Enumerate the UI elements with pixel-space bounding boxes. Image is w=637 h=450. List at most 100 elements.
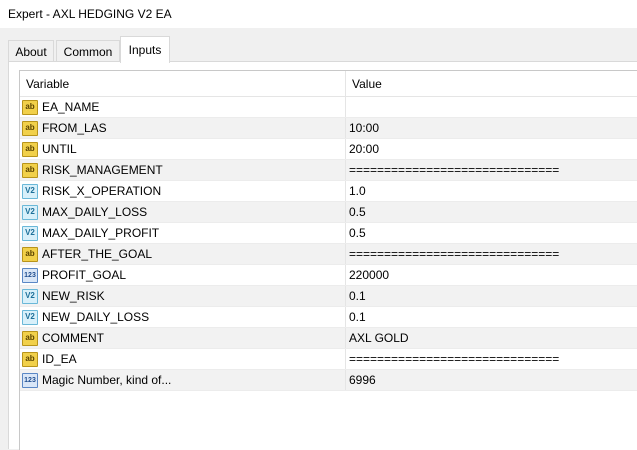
value-text: ============================== — [349, 163, 560, 177]
column-header-value-label: Value — [352, 77, 382, 91]
column-header-value[interactable]: Value — [346, 71, 637, 97]
inputs-panel: Variable Value ab EA_NAME ab FROM_LAS 10:00 a… — [8, 61, 637, 450]
table-body: ab EA_NAME ab FROM_LAS 10:00 ab UNTIL 20:00 ab RI… — [20, 97, 637, 391]
variable-name: AFTER_THE_GOAL — [42, 247, 153, 261]
variable-name: RISK_X_OPERATION — [42, 184, 162, 198]
tab-inputs-label: Inputs — [128, 43, 162, 57]
variable-name: NEW_RISK — [42, 289, 105, 303]
table-row[interactable]: ab ID_EA ============================== — [20, 349, 637, 370]
value-cell[interactable] — [346, 97, 637, 117]
integer-type-icon: 123 — [22, 267, 38, 283]
tab-inputs[interactable]: Inputs — [120, 36, 170, 63]
table-row[interactable]: ab RISK_MANAGEMENT =======================… — [20, 160, 637, 181]
table-row[interactable]: V2 NEW_DAILY_LOSS 0.1 — [20, 307, 637, 328]
variable-cell: ab AFTER_THE_GOAL — [20, 244, 346, 264]
variable-name: RISK_MANAGEMENT — [42, 163, 163, 177]
value-text: 6996 — [349, 373, 376, 387]
variable-cell: V2 NEW_DAILY_LOSS — [20, 307, 346, 327]
variable-name: NEW_DAILY_LOSS — [42, 310, 150, 324]
value-cell[interactable]: 0.1 — [346, 307, 637, 327]
column-header-variable-label: Variable — [26, 77, 70, 91]
string-type-icon: ab — [22, 162, 38, 178]
variable-cell: V2 NEW_RISK — [20, 286, 346, 306]
table-row[interactable]: ab AFTER_THE_GOAL ========================… — [20, 244, 637, 265]
tab-common[interactable]: Common — [56, 40, 120, 62]
inputs-table: Variable Value ab EA_NAME ab FROM_LAS 10:00 a… — [19, 70, 637, 450]
variable-cell: V2 MAX_DAILY_LOSS — [20, 202, 346, 222]
double-type-icon: V2 — [22, 183, 38, 199]
variable-cell: ab RISK_MANAGEMENT — [20, 160, 346, 180]
double-type-icon: V2 — [22, 309, 38, 325]
variable-cell: ab ID_EA — [20, 349, 346, 369]
value-cell[interactable]: AXL GOLD — [346, 328, 637, 348]
value-text: 1.0 — [349, 184, 366, 198]
double-type-icon: V2 — [22, 225, 38, 241]
variable-name: PROFIT_GOAL — [42, 268, 127, 282]
column-header-variable[interactable]: Variable — [20, 71, 346, 97]
value-cell[interactable]: 0.1 — [346, 286, 637, 306]
string-type-icon: ab — [22, 351, 38, 367]
table-row[interactable]: ab UNTIL 20:00 — [20, 139, 637, 160]
tab-about-label: About — [15, 44, 47, 59]
integer-type-icon: 123 — [22, 372, 38, 388]
value-text: 0.1 — [349, 289, 366, 303]
table-row[interactable]: ab FROM_LAS 10:00 — [20, 118, 637, 139]
variable-name: Magic Number, kind of... — [42, 373, 172, 387]
value-cell[interactable]: 220000 — [346, 265, 637, 285]
double-type-icon: V2 — [22, 288, 38, 304]
table-row[interactable]: 123 Magic Number, kind of... 6996 — [20, 370, 637, 391]
value-cell[interactable]: ============================== — [346, 244, 637, 264]
value-text: 220000 — [349, 268, 390, 282]
variable-name: EA_NAME — [42, 100, 100, 114]
value-cell[interactable]: 0.5 — [346, 202, 637, 222]
string-type-icon: ab — [22, 246, 38, 262]
tab-strip: About Common Inputs — [0, 36, 637, 63]
table-row[interactable]: ab COMMENT AXL GOLD — [20, 328, 637, 349]
value-text: ============================== — [349, 352, 560, 366]
table-row[interactable]: V2 RISK_X_OPERATION 1.0 — [20, 181, 637, 202]
variable-name: MAX_DAILY_PROFIT — [42, 226, 160, 240]
value-text: 0.5 — [349, 205, 366, 219]
value-cell[interactable]: 6996 — [346, 370, 637, 390]
variable-cell: ab UNTIL — [20, 139, 346, 159]
string-type-icon: ab — [22, 330, 38, 346]
value-text: 0.1 — [349, 310, 366, 324]
variable-name: ID_EA — [42, 352, 77, 366]
string-type-icon: ab — [22, 141, 38, 157]
variable-cell: ab FROM_LAS — [20, 118, 346, 138]
variable-name: MAX_DAILY_LOSS — [42, 205, 148, 219]
string-type-icon: ab — [22, 99, 38, 115]
window-titlebar: Expert - AXL HEDGING V2 EA — [0, 0, 637, 28]
value-cell[interactable]: 20:00 — [346, 139, 637, 159]
double-type-icon: V2 — [22, 204, 38, 220]
variable-cell: ab EA_NAME — [20, 97, 346, 117]
variable-name: FROM_LAS — [42, 121, 107, 135]
variable-cell: V2 MAX_DAILY_PROFIT — [20, 223, 346, 243]
value-cell[interactable]: 10:00 — [346, 118, 637, 138]
table-row[interactable]: V2 MAX_DAILY_LOSS 0.5 — [20, 202, 637, 223]
variable-name: UNTIL — [42, 142, 77, 156]
table-row[interactable]: 123 PROFIT_GOAL 220000 — [20, 265, 637, 286]
window-title: Expert - AXL HEDGING V2 EA — [8, 7, 172, 21]
value-cell[interactable]: 1.0 — [346, 181, 637, 201]
value-cell[interactable]: ============================== — [346, 160, 637, 180]
table-header: Variable Value — [20, 71, 637, 97]
table-row[interactable]: V2 MAX_DAILY_PROFIT 0.5 — [20, 223, 637, 244]
value-text: ============================== — [349, 247, 560, 261]
value-text: 20:00 — [349, 142, 380, 156]
variable-cell: 123 Magic Number, kind of... — [20, 370, 346, 390]
variable-name: COMMENT — [42, 331, 104, 345]
value-text: AXL GOLD — [349, 331, 409, 345]
table-row[interactable]: ab EA_NAME — [20, 97, 637, 118]
value-cell[interactable]: ============================== — [346, 349, 637, 369]
tab-common-label: Common — [63, 44, 113, 59]
value-cell[interactable]: 0.5 — [346, 223, 637, 243]
variable-cell: ab COMMENT — [20, 328, 346, 348]
value-text: 10:00 — [349, 121, 380, 135]
variable-cell: 123 PROFIT_GOAL — [20, 265, 346, 285]
table-row[interactable]: V2 NEW_RISK 0.1 — [20, 286, 637, 307]
string-type-icon: ab — [22, 120, 38, 136]
value-text: 0.5 — [349, 226, 366, 240]
tab-about[interactable]: About — [8, 40, 54, 62]
variable-cell: V2 RISK_X_OPERATION — [20, 181, 346, 201]
